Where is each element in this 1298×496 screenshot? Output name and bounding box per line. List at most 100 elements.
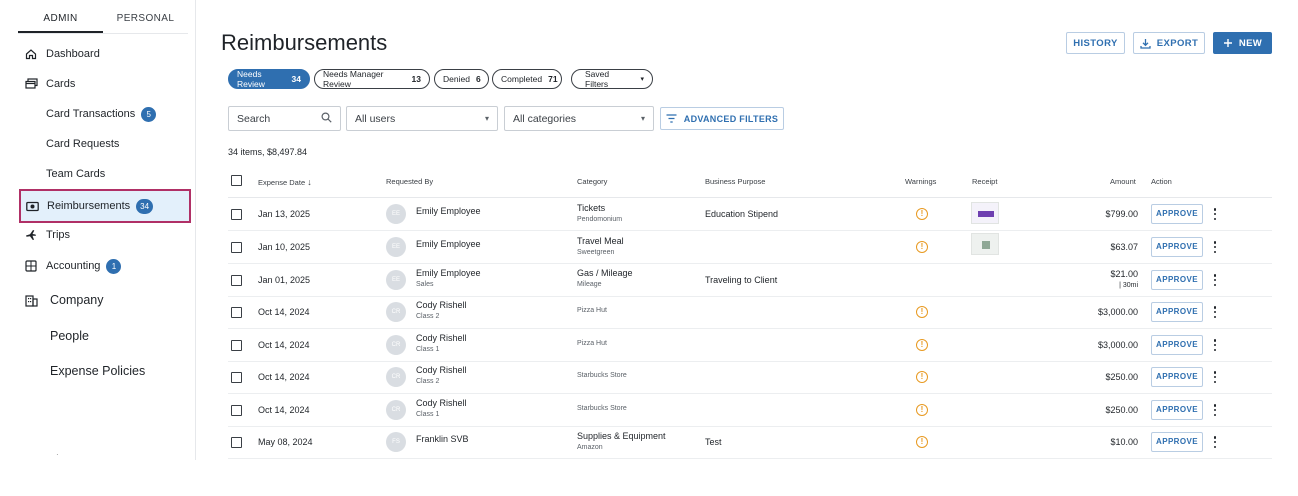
sidebar-item-company[interactable]: Company bbox=[20, 285, 192, 315]
avatar: EE bbox=[386, 270, 406, 290]
approve-button[interactable]: APPROVE bbox=[1151, 204, 1203, 224]
amount: $250.00 bbox=[1105, 372, 1138, 382]
more-options-icon[interactable] bbox=[1211, 370, 1219, 384]
sidebar-item-trips[interactable]: Trips bbox=[20, 220, 192, 250]
history-button[interactable]: HISTORY bbox=[1066, 32, 1125, 54]
tab-personal[interactable]: PERSONAL bbox=[103, 6, 188, 33]
expense-date: Jan 10, 2025 bbox=[258, 242, 311, 252]
table-row[interactable]: Oct 14, 2024 CR Cody Rishell Class 2 Star… bbox=[228, 361, 1272, 394]
chip-needs-manager-review[interactable]: Needs Manager Review 13 bbox=[314, 69, 430, 89]
approve-button[interactable]: APPROVE bbox=[1151, 335, 1203, 355]
users-select[interactable]: All users ▾ bbox=[346, 106, 498, 131]
search-input[interactable]: Search bbox=[228, 106, 341, 131]
sidebar-item-label: Accounting bbox=[46, 260, 101, 272]
amount: $21.00 bbox=[1110, 269, 1138, 279]
row-checkbox[interactable] bbox=[231, 307, 242, 318]
sidebar-item-label: Trips bbox=[46, 229, 71, 241]
advanced-filters-button[interactable]: ADVANCED FILTERS bbox=[660, 107, 784, 130]
approve-button[interactable]: APPROVE bbox=[1151, 302, 1203, 322]
approve-button[interactable]: APPROVE bbox=[1151, 400, 1203, 420]
row-checkbox[interactable] bbox=[231, 242, 242, 253]
business-purpose: Education Stipend bbox=[705, 209, 779, 219]
export-button-label: EXPORT bbox=[1156, 37, 1199, 49]
tab-divider bbox=[18, 33, 188, 34]
row-checkbox[interactable] bbox=[231, 437, 242, 448]
sidebar-item-card-requests[interactable]: Card Requests bbox=[20, 129, 192, 159]
sidebar-item-reimbursements[interactable]: Reimbursements 34 bbox=[19, 189, 191, 223]
approve-button[interactable]: APPROVE bbox=[1151, 432, 1203, 452]
row-checkbox[interactable] bbox=[231, 275, 242, 286]
more-options-icon[interactable] bbox=[1211, 305, 1219, 319]
amount: $250.00 bbox=[1105, 405, 1138, 415]
avatar: CR bbox=[386, 335, 406, 355]
row-checkbox[interactable] bbox=[231, 209, 242, 220]
merchant-name: Pendomonium bbox=[577, 216, 623, 223]
warning-icon: ! bbox=[916, 436, 928, 448]
tab-admin[interactable]: ADMIN bbox=[18, 6, 103, 33]
sort-header-expense-date[interactable]: Expense Date ↓ bbox=[258, 177, 312, 187]
row-checkbox[interactable] bbox=[231, 340, 242, 351]
amount: $799.00 bbox=[1105, 209, 1138, 219]
merchant-name: Pizza Hut bbox=[577, 307, 607, 314]
table-row[interactable]: Oct 14, 2024 CR Cody Rishell Class 1 Pizz… bbox=[228, 329, 1272, 362]
expense-date: Jan 13, 2025 bbox=[258, 209, 311, 219]
column-action: Action bbox=[1151, 177, 1172, 186]
more-options-icon[interactable] bbox=[1211, 338, 1219, 352]
column-business-purpose: Business Purpose bbox=[705, 177, 766, 186]
more-options-icon[interactable] bbox=[1211, 273, 1219, 287]
sidebar-item-accounting[interactable]: Accounting 1 bbox=[20, 251, 192, 281]
requester-sub: Class 1 bbox=[416, 346, 440, 353]
requester-name: Franklin SVB bbox=[416, 434, 469, 444]
more-options-icon[interactable] bbox=[1211, 207, 1219, 221]
chip-label: Needs Review bbox=[237, 69, 265, 89]
sidebar-item-expense-policies[interactable]: Expense Policies bbox=[20, 356, 192, 386]
sidebar-item-people[interactable]: People bbox=[20, 321, 192, 351]
expense-date: Oct 14, 2024 bbox=[258, 372, 310, 382]
avatar: EE bbox=[386, 237, 406, 257]
approve-button[interactable]: APPROVE bbox=[1151, 237, 1203, 257]
requester-name: Emily Employee bbox=[416, 239, 481, 249]
export-button[interactable]: EXPORT bbox=[1133, 32, 1205, 54]
receipt-thumbnail[interactable] bbox=[971, 202, 999, 224]
category-name: Tickets bbox=[577, 203, 606, 213]
more-options-icon[interactable] bbox=[1211, 240, 1219, 254]
chip-saved-filters[interactable]: Saved Filters ▾ bbox=[571, 69, 653, 89]
chevron-down-icon: ▾ bbox=[640, 114, 645, 123]
table-row[interactable]: Jan 10, 2025 EE Emily Employee Travel Me… bbox=[228, 231, 1272, 264]
sidebar-item-cards[interactable]: Cards bbox=[20, 69, 192, 99]
chip-denied[interactable]: Denied 6 bbox=[434, 69, 489, 89]
approve-button[interactable]: APPROVE bbox=[1151, 270, 1203, 290]
new-button[interactable]: NEW bbox=[1213, 32, 1272, 54]
select-all-checkbox[interactable] bbox=[231, 175, 242, 186]
more-options-icon[interactable] bbox=[1211, 403, 1219, 417]
chip-needs-review[interactable]: Needs Review 34 bbox=[228, 69, 310, 89]
amount: $10.00 bbox=[1110, 437, 1138, 447]
merchant-name: Sweetgreen bbox=[577, 249, 615, 256]
chip-completed[interactable]: Completed 71 bbox=[492, 69, 562, 89]
warning-icon: ! bbox=[916, 339, 928, 351]
advanced-filters-label: ADVANCED FILTERS bbox=[683, 113, 779, 124]
sidebar-item-card-transactions[interactable]: Card Transactions 5 bbox=[20, 99, 192, 129]
table-row[interactable]: Oct 14, 2024 CR Cody Rishell Class 1 Star… bbox=[228, 394, 1272, 427]
cash-icon bbox=[25, 199, 39, 213]
table-row[interactable]: Jan 13, 2025 EE Emily Employee Tickets Pe… bbox=[228, 198, 1272, 231]
row-checkbox[interactable] bbox=[231, 372, 242, 383]
table-row[interactable]: Jan 01, 2025 EE Emily Employee Sales Gas … bbox=[228, 264, 1272, 297]
table-row[interactable]: May 08, 2024 FS Franklin SVB Supplies & … bbox=[228, 426, 1272, 459]
table-row[interactable]: Oct 14, 2024 CR Cody Rishell Class 2 Pizz… bbox=[228, 296, 1272, 329]
approve-button[interactable]: APPROVE bbox=[1151, 367, 1203, 387]
chip-count: 6 bbox=[475, 74, 481, 84]
cards-icon bbox=[24, 77, 38, 91]
category-name: Gas / Mileage bbox=[577, 268, 633, 278]
more-options-icon[interactable] bbox=[1211, 435, 1219, 449]
merchant-name: Pizza Hut bbox=[577, 340, 607, 347]
sort-arrow-down-icon: ↓ bbox=[307, 177, 312, 187]
column-label: Expense Date bbox=[258, 178, 306, 187]
sidebar-item-team-cards[interactable]: Team Cards bbox=[20, 159, 192, 189]
building-icon bbox=[24, 293, 38, 307]
items-summary: 34 items, $8,497.84 bbox=[228, 147, 308, 157]
categories-select[interactable]: All categories ▾ bbox=[504, 106, 654, 131]
sidebar-item-dashboard[interactable]: Dashboard bbox=[20, 39, 192, 69]
receipt-thumbnail[interactable] bbox=[971, 233, 999, 255]
row-checkbox[interactable] bbox=[231, 405, 242, 416]
